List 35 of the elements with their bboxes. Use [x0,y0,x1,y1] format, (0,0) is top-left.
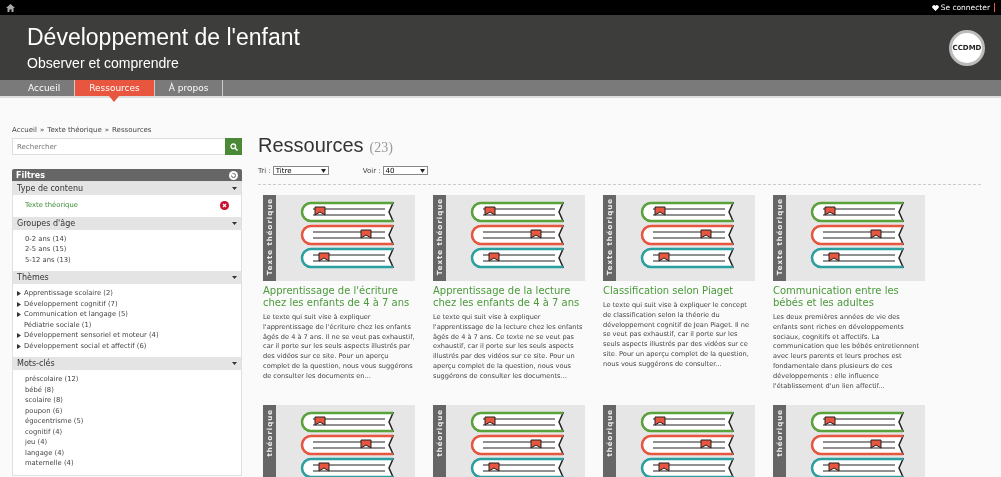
caret-icon[interactable] [232,221,237,225]
books-icon [469,411,567,477]
resource-title[interactable]: Communication entre les bébés et les adultes [773,285,925,309]
caret-icon[interactable] [232,362,237,365]
caret-icon[interactable] [232,187,237,190]
nav-tab[interactable]: À propos [154,80,224,96]
page-title: Ressources [258,134,364,157]
caret-icon [419,168,425,173]
reset-icon[interactable] [229,170,238,180]
books-icon [469,201,567,271]
search-button[interactable] [225,138,242,155]
filter-section-title[interactable]: Type de contenu [17,184,84,193]
caret-icon [320,168,326,173]
tab-pointer [109,96,120,102]
resource-title[interactable]: Apprentissage de la lecture chez les enfants de 4 à 7 ans [433,285,585,309]
books-icon [299,201,397,271]
books-icon [639,201,737,271]
caret-icon[interactable] [232,276,237,279]
books-icon [809,411,907,477]
result-count: (23) [369,140,393,156]
books-icon [639,411,737,477]
home-icon[interactable] [6,3,15,12]
books-icon [809,201,907,271]
resource-title[interactable]: Apprentissage de l'écriture chez les enfants de 4 à 7 ans [263,285,415,309]
filter-section-title[interactable]: Groupes d'âge [17,218,76,228]
books-icon [299,411,397,477]
filter-section-title[interactable]: Mots-clés [17,359,55,368]
filter-section-title[interactable]: Thèmes [17,273,49,282]
filters-title: Filtres [16,170,45,180]
search-icon [229,142,238,151]
site-title: Développement de l'enfant [27,24,300,51]
site-subtitle: Observer et comprendre [27,55,180,71]
remove-icon[interactable] [220,201,229,211]
heart-icon [931,4,939,11]
resource-title[interactable]: Classification selon Piaget [603,285,755,297]
